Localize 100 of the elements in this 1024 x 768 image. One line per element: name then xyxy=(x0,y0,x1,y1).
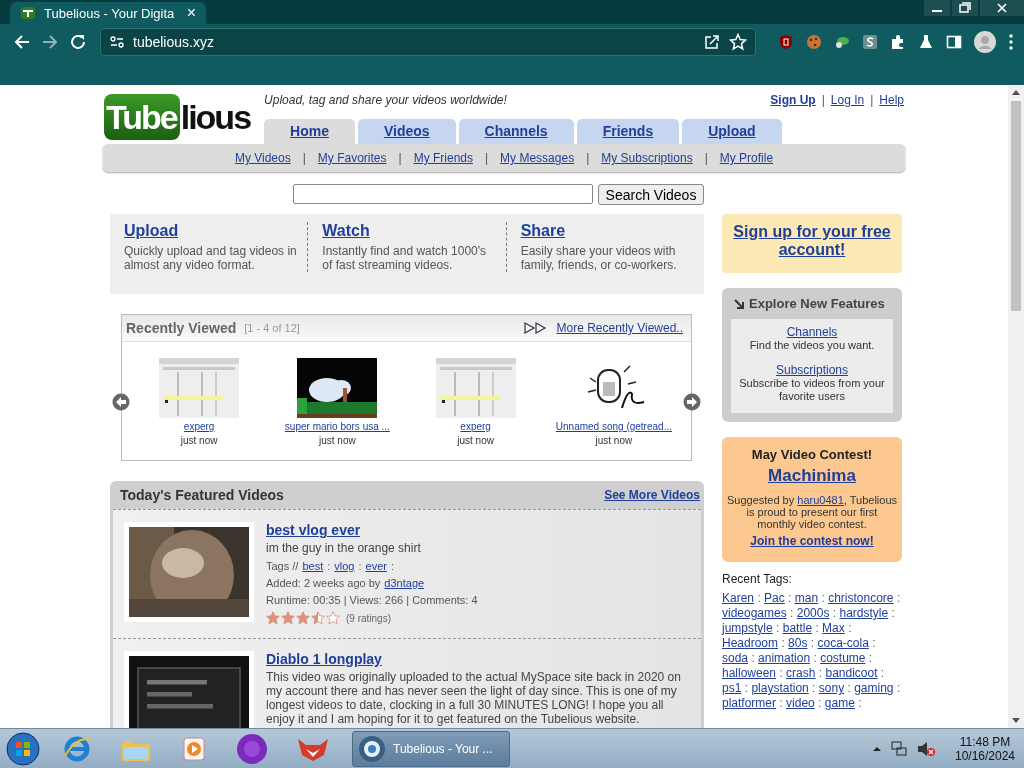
restore-icon[interactable] xyxy=(952,0,978,16)
more-link[interactable]: More Recently Viewed.. xyxy=(556,321,683,335)
signup-link[interactable]: Sign up for your free account! xyxy=(728,223,896,259)
avatar-icon[interactable] xyxy=(974,31,996,53)
intro-heading-link[interactable]: Watch xyxy=(322,222,498,240)
site-info-icon[interactable] xyxy=(109,34,125,50)
close-icon[interactable] xyxy=(980,0,1024,16)
separator: : xyxy=(788,591,792,605)
recent-video-link[interactable]: experg xyxy=(183,421,215,432)
extensions-icon[interactable] xyxy=(890,34,906,50)
tag-link[interactable]: jumpstyle xyxy=(722,621,773,635)
network-icon[interactable] xyxy=(890,739,908,758)
nav-tab[interactable]: Channels xyxy=(458,119,574,144)
tag-link[interactable]: Karen xyxy=(722,591,755,605)
nav-tab[interactable]: Home xyxy=(264,119,355,144)
separator: : xyxy=(779,696,783,710)
start-icon[interactable] xyxy=(6,731,40,766)
tag-link[interactable]: playstation xyxy=(751,681,809,695)
nav-tab[interactable]: Upload xyxy=(682,119,782,144)
tag-link[interactable]: Headroom xyxy=(722,636,779,650)
volume-muted-icon[interactable] xyxy=(916,739,936,758)
tag-link[interactable]: Max xyxy=(822,621,845,635)
subnav-link[interactable]: My Profile xyxy=(719,151,774,165)
close-tab-button[interactable]: × xyxy=(186,5,196,21)
tag-link[interactable]: animation xyxy=(758,651,811,665)
see-more-link[interactable]: See More Videos xyxy=(604,488,700,502)
tag-link[interactable]: vlog xyxy=(334,560,355,572)
subnav-link[interactable]: My Videos xyxy=(234,151,291,165)
subnav-link[interactable]: My Friends xyxy=(413,151,473,165)
tag-link[interactable]: game xyxy=(824,696,855,710)
video-title-link[interactable]: Diablo 1 longplay xyxy=(266,651,695,667)
tag-link[interactable]: man xyxy=(794,591,819,605)
menu-icon[interactable] xyxy=(1008,33,1014,51)
time-text: just now xyxy=(319,435,356,446)
tag-link[interactable]: halloween xyxy=(722,666,777,680)
bookmark-star-icon[interactable] xyxy=(729,33,747,51)
tag-link[interactable]: costume xyxy=(820,651,866,665)
address-bar[interactable]: tubelious.xyz xyxy=(100,28,756,56)
account-link[interactable]: Help xyxy=(879,93,904,119)
tag-link[interactable]: bandicoot xyxy=(825,666,878,680)
tag-link[interactable]: gaming xyxy=(854,681,894,695)
leaf-icon[interactable] xyxy=(834,34,850,50)
s-square-icon[interactable] xyxy=(862,34,878,50)
cookie-icon[interactable] xyxy=(806,34,822,50)
intro-heading-link[interactable]: Upload xyxy=(124,222,300,240)
tag-link[interactable]: crash xyxy=(786,666,816,680)
search-button[interactable]: Search Videos xyxy=(597,184,705,205)
subnav-link[interactable]: My Favorites xyxy=(317,151,387,165)
separator: : xyxy=(781,636,785,650)
shield-icon[interactable] xyxy=(778,34,794,50)
tag-link[interactable]: 80s xyxy=(788,636,808,650)
tag-link[interactable]: sony xyxy=(818,681,845,695)
orb-icon[interactable] xyxy=(236,732,268,765)
sidebar-icon[interactable] xyxy=(946,34,962,50)
tag-link[interactable]: best xyxy=(302,560,324,572)
account-link[interactable]: Sign Up xyxy=(770,93,816,119)
arrow-icon xyxy=(733,297,745,310)
author-link[interactable]: d3ntage xyxy=(384,577,425,589)
scrollbar-thumb[interactable] xyxy=(1011,101,1021,311)
recent-video-link[interactable]: Unnamed song (getread... xyxy=(555,421,672,432)
contest-title-link[interactable]: Machinima xyxy=(726,466,898,486)
subnav-link[interactable]: My Subscriptions xyxy=(601,151,693,165)
nav-tab[interactable]: Videos xyxy=(357,119,456,144)
taskbar-window-button[interactable]: Tubelious - Your ... xyxy=(352,730,510,767)
tag-link[interactable]: Pac xyxy=(764,591,785,605)
tag-link[interactable]: christoncore xyxy=(828,591,894,605)
clock-time[interactable]: 11:48 PM xyxy=(959,734,1011,749)
intro-heading-link[interactable]: Share xyxy=(520,222,696,240)
video-title-link[interactable]: best vlog ever xyxy=(266,522,695,538)
minimize-icon[interactable] xyxy=(924,0,950,16)
tag-link[interactable]: platformer xyxy=(722,696,777,710)
nav-tab[interactable]: Friends xyxy=(576,119,680,144)
tag-link[interactable]: ps1 xyxy=(722,681,742,695)
subnav-link[interactable]: My Messages xyxy=(500,151,575,165)
scrollbar[interactable] xyxy=(1008,85,1024,728)
separator: : xyxy=(858,696,862,710)
separator: : xyxy=(751,651,755,665)
tag-link[interactable]: videogames xyxy=(722,606,787,620)
tag-link[interactable]: coca-cola xyxy=(817,636,869,650)
tag-link[interactable]: battle xyxy=(782,621,813,635)
reload-icon[interactable] xyxy=(68,32,88,52)
user-link[interactable]: haru0481 xyxy=(797,494,844,506)
tag-link[interactable]: ever xyxy=(365,560,387,572)
recent-video-link[interactable]: super mario bors usa ... xyxy=(284,421,390,432)
search-field[interactable] xyxy=(292,184,593,204)
tag-link[interactable]: video xyxy=(786,696,815,710)
browser-tab[interactable]: Tubelious - Your Digita × xyxy=(10,2,206,24)
tag-link[interactable]: soda xyxy=(722,651,749,665)
flask-icon[interactable] xyxy=(918,34,934,50)
tag-link[interactable]: hardstyle xyxy=(839,606,889,620)
feature-link[interactable]: Channels xyxy=(786,325,838,339)
tag-link[interactable]: 2000s xyxy=(796,606,830,620)
logo[interactable]: Tubelious xyxy=(104,93,251,141)
separator: : xyxy=(757,591,761,605)
account-link[interactable]: Log In xyxy=(830,93,865,119)
feature-link[interactable]: Subscriptions xyxy=(775,363,848,377)
clock-date[interactable]: 10/16/2024 xyxy=(954,748,1016,763)
recent-video-link[interactable]: experg xyxy=(460,421,491,432)
join-link[interactable]: Join the contest now! xyxy=(726,534,898,548)
share-icon[interactable] xyxy=(703,33,721,51)
